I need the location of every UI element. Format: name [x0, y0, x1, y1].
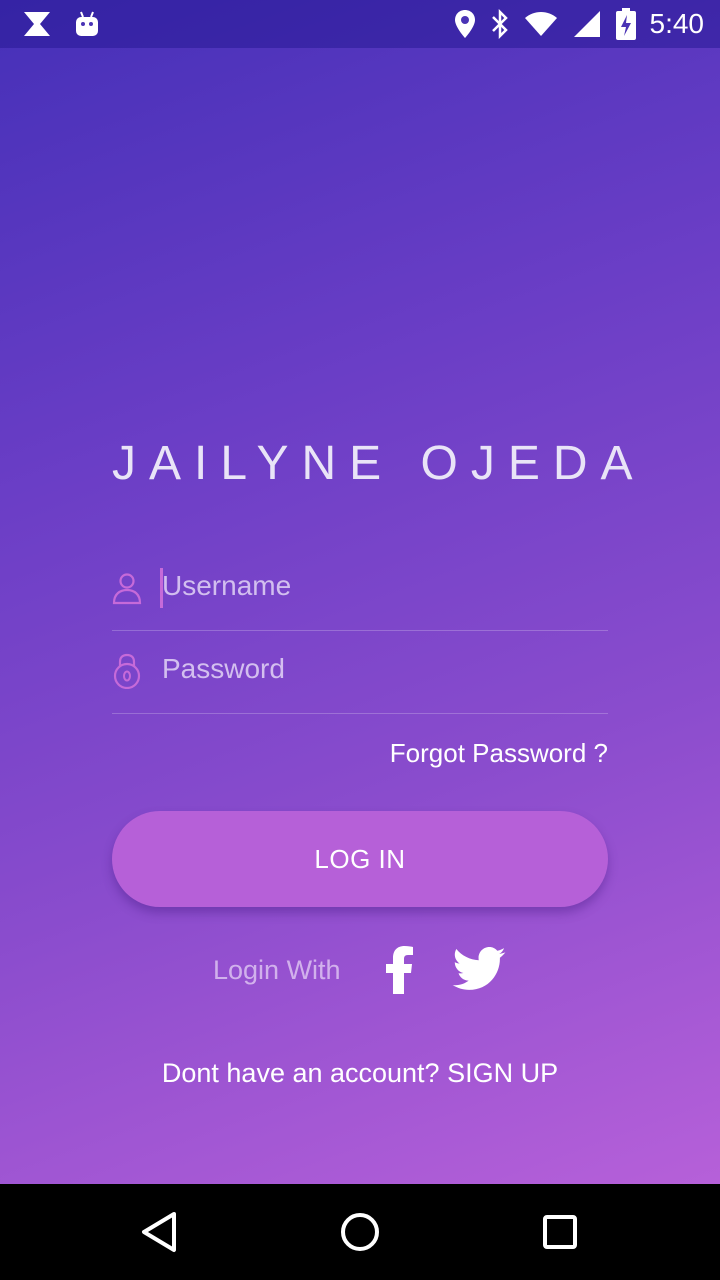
signup-link[interactable]: Dont have an account? SIGN UP: [0, 1058, 720, 1089]
back-icon[interactable]: [136, 1208, 184, 1256]
status-time: 5:40: [649, 8, 705, 39]
lock-icon: [112, 653, 142, 690]
navigation-bar: [0, 1184, 720, 1280]
android-debug-icon: [74, 10, 100, 38]
location-icon: [454, 9, 476, 39]
app-title: JAILYNE OJEDA: [112, 437, 646, 490]
x-app-icon: [22, 10, 52, 38]
bluetooth-icon: [490, 9, 510, 39]
home-icon[interactable]: [336, 1208, 384, 1256]
wifi-icon: [524, 11, 558, 37]
status-bar: 5:40: [0, 0, 720, 48]
login-screen: 5:40 JAILYNE OJEDA Username Password For…: [0, 0, 720, 1184]
username-input[interactable]: Username: [162, 570, 291, 602]
username-field[interactable]: Username: [112, 548, 608, 631]
recents-icon[interactable]: [536, 1208, 584, 1256]
login-button[interactable]: LOG IN: [112, 811, 608, 907]
battery-charging-icon: [615, 8, 636, 40]
password-input[interactable]: Password: [162, 653, 285, 685]
twitter-icon[interactable]: [452, 947, 506, 991]
forgot-password-link[interactable]: Forgot Password ?: [390, 738, 608, 769]
facebook-icon[interactable]: [383, 946, 415, 994]
user-icon: [112, 570, 142, 606]
signal-icon: [572, 10, 602, 38]
password-field[interactable]: Password: [112, 631, 608, 714]
login-with-label: Login With: [213, 955, 341, 985]
